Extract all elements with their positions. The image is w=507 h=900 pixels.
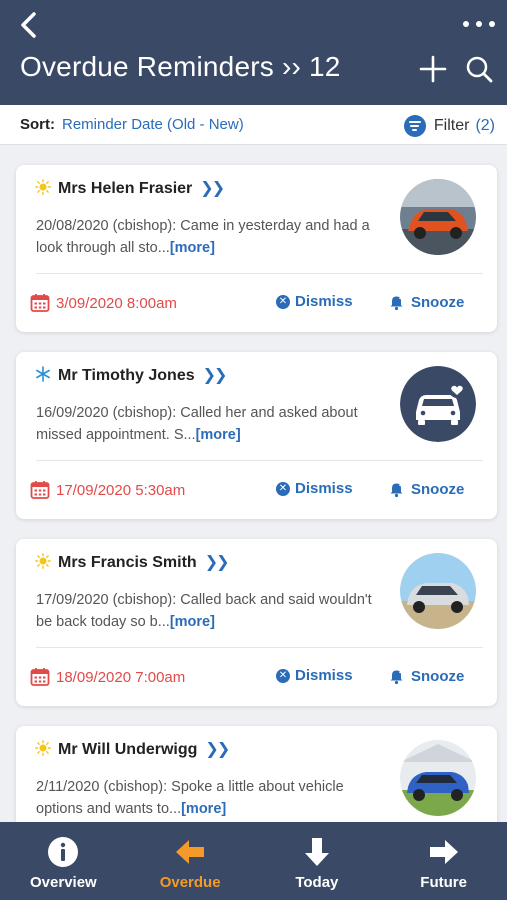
tab-today[interactable]: Today [254, 822, 381, 900]
customer-name[interactable]: Mrs Francis Smith ❯❯ [58, 552, 230, 572]
snooze-bell-icon: z [390, 668, 403, 685]
card-divider [36, 460, 483, 461]
filter-count: (2) [475, 117, 495, 134]
reminder-count: 12 [308, 51, 341, 82]
vehicle-photo [400, 179, 476, 255]
vehicle-photo [400, 553, 476, 629]
page-title: Overdue Reminders ›› 12 [20, 51, 341, 83]
arrow-right-icon [429, 840, 458, 864]
customer-name[interactable]: Mr Timothy Jones ❯❯ [58, 365, 228, 385]
calendar-icon [30, 481, 50, 499]
vehicle-placeholder-icon [400, 366, 476, 442]
tab-future-label: Future [420, 874, 467, 891]
sun-icon [35, 553, 51, 569]
due-date-text: 18/09/2020 7:00am [56, 668, 186, 686]
search-icon[interactable] [464, 54, 494, 84]
snooze-label: Snooze [411, 293, 465, 311]
snooze-button[interactable]: z Snooze [388, 667, 464, 685]
info-icon [48, 837, 79, 867]
reminder-note: 2/11/2020 (cbishop): Spoke a little abou… [36, 776, 381, 820]
reminder-note: 16/09/2020 (cbishop): Called her and ask… [36, 402, 381, 446]
dismiss-label: Dismiss [295, 480, 353, 497]
snooze-bell-icon: z [390, 481, 403, 498]
reminder-card[interactable]: Mr Timothy Jones ❯❯ 16/09/2020 (cbishop):… [16, 352, 497, 519]
tab-today-label: Today [295, 874, 339, 891]
add-icon[interactable] [418, 54, 448, 84]
snowflake-icon [36, 366, 50, 382]
filter-button[interactable]: Filter (2) [403, 113, 495, 139]
close-circle-icon: ✕ [276, 668, 290, 683]
double-chevron-icon: ❯❯ [200, 180, 225, 197]
svg-text:z: z [399, 294, 403, 301]
card-divider [36, 647, 483, 648]
dismiss-button[interactable]: ✕ Dismiss [276, 667, 353, 684]
tab-overdue[interactable]: Overdue [127, 822, 254, 900]
reminder-note: 20/08/2020 (cbishop): Came in yesterday … [36, 215, 381, 259]
snooze-label: Snooze [411, 667, 465, 685]
more-link[interactable]: [more] [196, 427, 241, 443]
reminder-card[interactable]: Mrs Francis Smith ❯❯ 17/09/2020 (cbishop)… [16, 539, 497, 706]
vehicle-photo [400, 740, 476, 816]
customer-name[interactable]: Mr Will Underwigg ❯❯ [58, 739, 230, 759]
double-chevron-icon: ❯❯ [202, 367, 228, 384]
more-link[interactable]: [more] [181, 801, 226, 817]
svg-text:z: z [399, 481, 403, 488]
customer-name-text: Mrs Francis Smith [58, 554, 197, 571]
snooze-bell-icon: z [390, 294, 403, 311]
tab-overview-label: Overview [30, 874, 97, 891]
close-circle-icon: ✕ [276, 481, 290, 496]
dismiss-button[interactable]: ✕ Dismiss [276, 293, 353, 310]
sort-label: Sort: [20, 116, 55, 133]
double-chevron-icon: ❯❯ [205, 741, 230, 758]
tab-overdue-label: Overdue [159, 874, 221, 891]
close-circle-icon: ✕ [276, 294, 290, 309]
sun-icon [35, 740, 51, 756]
app-header: Overdue Reminders ›› 12 [0, 0, 507, 105]
card-divider [36, 273, 483, 274]
more-link[interactable]: [more] [170, 240, 215, 256]
due-date: 3/09/2020 8:00am [30, 293, 177, 313]
title-separator: ›› [281, 51, 301, 82]
due-date: 17/09/2020 5:30am [30, 480, 185, 500]
more-options-icon[interactable] [463, 14, 495, 34]
customer-name-text: Mrs Helen Frasier [58, 180, 193, 197]
back-chevron-icon[interactable] [14, 8, 44, 42]
customer-name-text: Mr Timothy Jones [58, 367, 195, 384]
snooze-label: Snooze [411, 480, 465, 498]
dismiss-button[interactable]: ✕ Dismiss [276, 480, 353, 497]
calendar-icon [30, 294, 50, 312]
sort-selector[interactable]: Reminder Date (Old - New) [62, 116, 244, 133]
customer-name-text: Mr Will Underwigg [58, 741, 198, 758]
dismiss-label: Dismiss [295, 667, 353, 684]
tab-overview[interactable]: Overview [0, 822, 127, 900]
filter-icon [403, 115, 426, 137]
double-chevron-icon: ❯❯ [204, 554, 230, 571]
snooze-button[interactable]: z Snooze [388, 293, 464, 311]
calendar-icon [30, 668, 50, 686]
filter-label: Filter [433, 117, 470, 134]
tab-future[interactable]: Future [380, 822, 507, 900]
snooze-button[interactable]: z Snooze [388, 480, 464, 498]
sun-icon [35, 179, 51, 195]
customer-name[interactable]: Mrs Helen Frasier ❯❯ [58, 178, 225, 198]
bottom-navigation: Overview Overdue Today Future [0, 822, 507, 900]
svg-text:z: z [399, 668, 403, 675]
arrow-down-icon [304, 838, 329, 866]
reminder-note: 17/09/2020 (cbishop): Called back and sa… [36, 589, 381, 633]
reminder-card[interactable]: Mrs Helen Frasier ❯❯ 20/08/2020 (cbishop)… [16, 165, 497, 332]
due-date-text: 3/09/2020 8:00am [56, 294, 177, 312]
page-title-text: Overdue Reminders [20, 51, 274, 82]
sort-filter-bar: Sort: Reminder Date (Old - New) Filter (… [0, 105, 507, 145]
more-link[interactable]: [more] [170, 614, 215, 630]
dismiss-label: Dismiss [295, 293, 353, 310]
arrow-left-icon [176, 840, 205, 864]
due-date: 18/09/2020 7:00am [30, 667, 185, 687]
due-date-text: 17/09/2020 5:30am [56, 481, 186, 499]
